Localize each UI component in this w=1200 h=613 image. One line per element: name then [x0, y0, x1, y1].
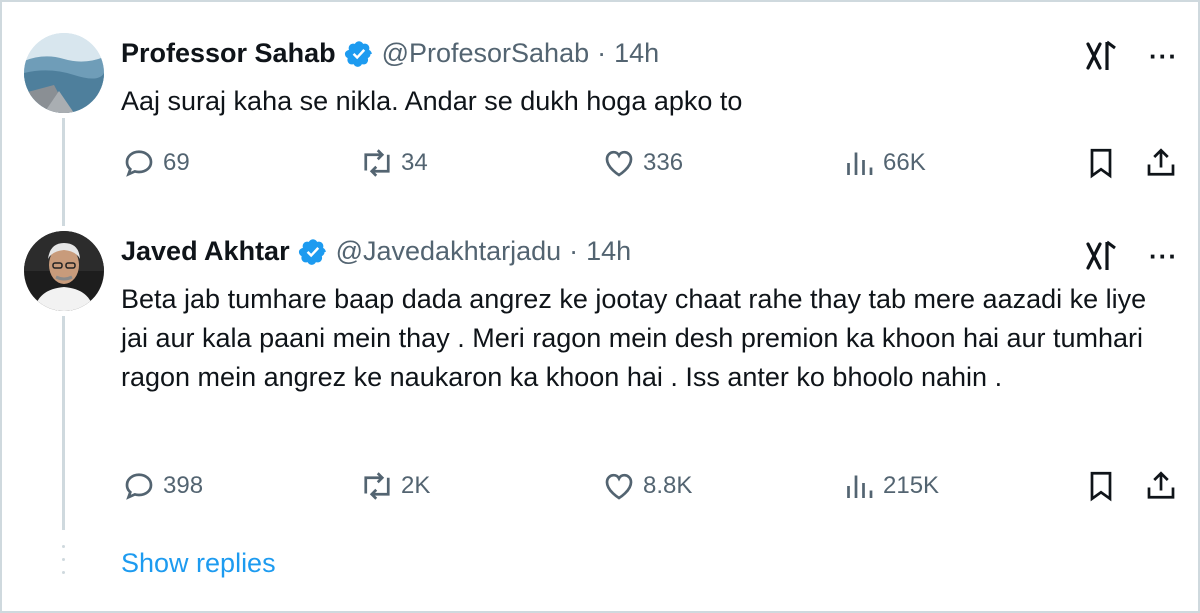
author-name[interactable]: Javed Akhtar — [121, 236, 290, 267]
share-icon — [1147, 471, 1175, 499]
tweet-top-actions: ··· — [1085, 240, 1178, 272]
avatar-professor-sahab[interactable] — [24, 33, 104, 113]
share-button[interactable] — [1143, 145, 1185, 181]
tweet-text: Beta jab tumhare baap dada angrez ke joo… — [121, 284, 1147, 392]
author-handle[interactable]: @ProfesorSahab — [382, 38, 590, 69]
reply-count: 398 — [163, 472, 204, 499]
like-button[interactable]: 336 — [601, 145, 683, 181]
reply-button[interactable]: 69 — [121, 145, 190, 181]
like-count: 8.8K — [643, 472, 693, 499]
avatar-javed-akhtar[interactable] — [24, 231, 104, 311]
views-icon — [847, 475, 873, 498]
verified-badge-icon — [344, 40, 372, 67]
thread-connector-lower — [62, 316, 65, 530]
view-count: 66K — [883, 149, 926, 176]
bookmark-icon — [1090, 148, 1112, 179]
repost-button[interactable]: 34 — [359, 145, 428, 181]
tweet-top-actions: ··· — [1085, 40, 1178, 72]
share-button[interactable] — [1143, 468, 1185, 504]
grok-icon[interactable] — [1085, 40, 1121, 72]
view-count: 215K — [883, 472, 940, 499]
tweet-header: Professor Sahab @ProfesorSahab · 14h — [121, 38, 659, 69]
repost-count: 34 — [401, 149, 428, 176]
views-button[interactable]: 66K — [841, 145, 926, 181]
share-icon — [1147, 148, 1175, 176]
timestamp[interactable]: 14h — [586, 236, 631, 267]
like-icon — [605, 150, 633, 177]
author-handle[interactable]: @Javedakhtarjadu — [336, 236, 562, 267]
more-icon[interactable]: ··· — [1149, 43, 1178, 69]
separator: · — [569, 236, 579, 266]
bookmark-button[interactable] — [1083, 145, 1125, 181]
tweet-text: Aaj suraj kaha se nikla. Andar se dukh h… — [121, 86, 743, 116]
reply-button[interactable]: 398 — [121, 468, 203, 504]
thread-connector — [62, 118, 65, 226]
separator: · — [597, 38, 607, 68]
bookmark-button[interactable] — [1083, 468, 1125, 504]
reply-icon — [125, 473, 153, 500]
views-button[interactable]: 215K — [841, 468, 939, 504]
repost-icon — [364, 149, 390, 177]
like-icon — [605, 473, 633, 500]
reply-count: 69 — [163, 149, 190, 176]
author-name[interactable]: Professor Sahab — [121, 38, 336, 69]
show-replies-link[interactable]: Show replies — [121, 548, 276, 579]
tweet-actions: 398 2K 8.8K 215K — [121, 468, 1181, 508]
thread-dots — [61, 545, 67, 585]
bookmark-icon — [1090, 471, 1112, 502]
verified-badge-icon — [298, 238, 326, 265]
tweet-actions: 69 34 336 66K — [121, 145, 1181, 185]
tweet-header: Javed Akhtar @Javedakhtarjadu · 14h — [121, 236, 631, 267]
reply-icon — [125, 150, 153, 177]
grok-icon[interactable] — [1085, 240, 1121, 272]
more-icon[interactable]: ··· — [1149, 243, 1178, 269]
like-count: 336 — [643, 149, 684, 176]
repost-icon — [364, 472, 390, 500]
repost-count: 2K — [401, 472, 431, 499]
like-button[interactable]: 8.8K — [601, 468, 692, 504]
views-icon — [847, 152, 873, 175]
timestamp[interactable]: 14h — [614, 38, 659, 69]
repost-button[interactable]: 2K — [359, 468, 430, 504]
